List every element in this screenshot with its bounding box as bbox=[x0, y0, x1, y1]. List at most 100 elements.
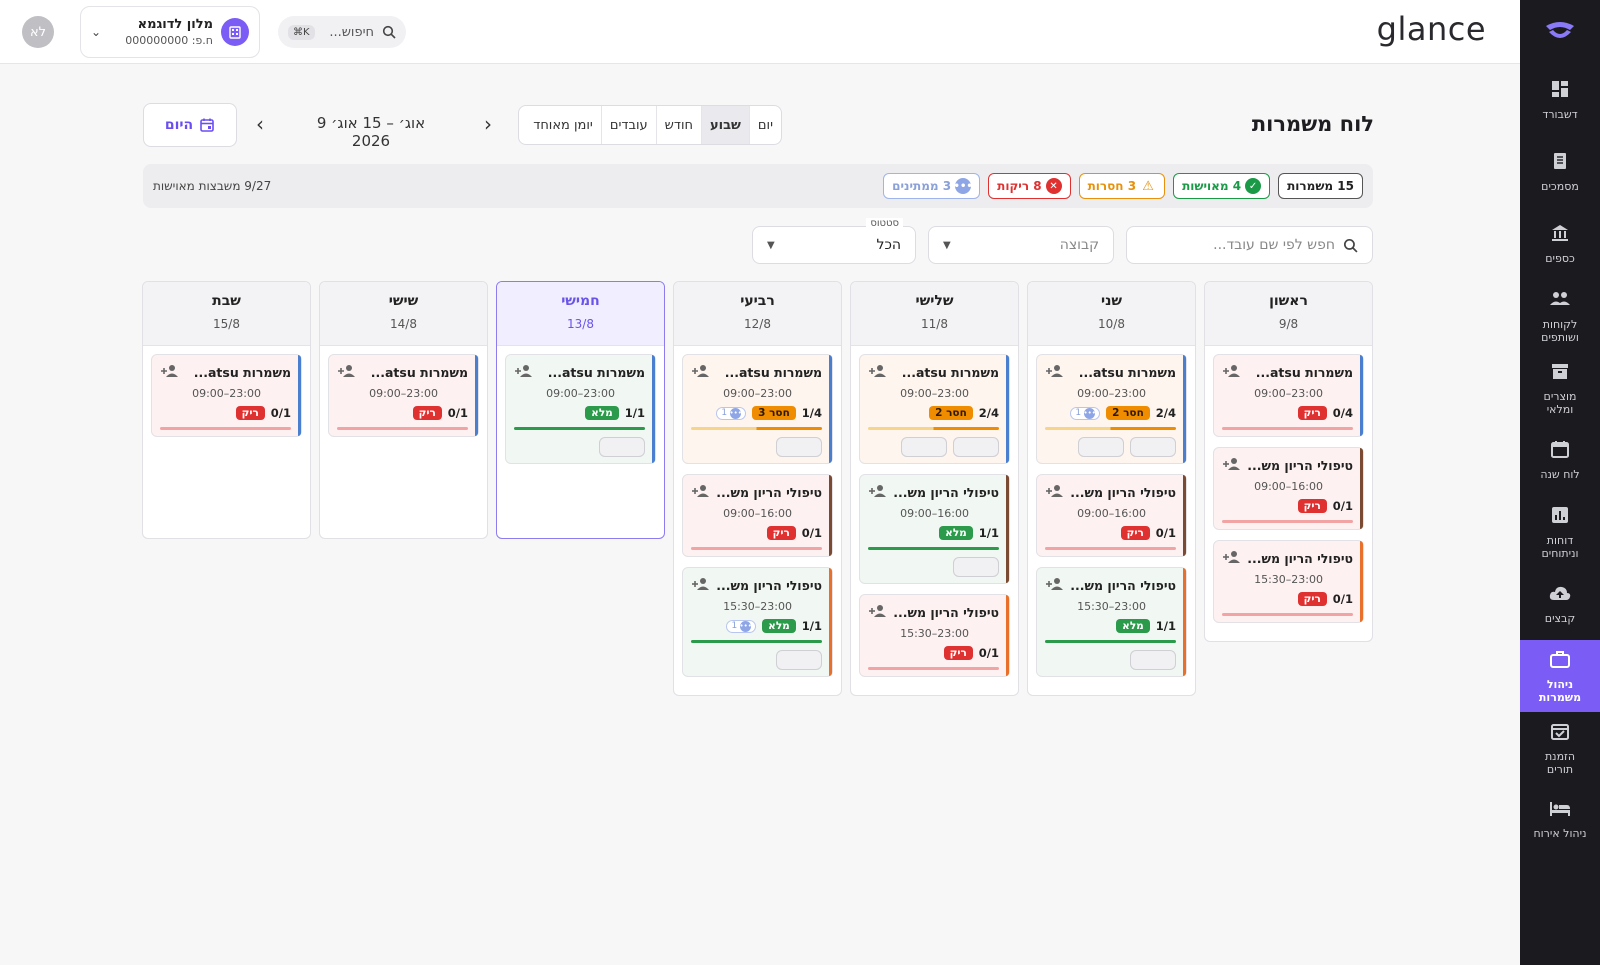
employee-search-input[interactable]: חפש לפי שם עובד... bbox=[1126, 226, 1373, 264]
employee-chip[interactable] bbox=[953, 557, 999, 577]
day-header[interactable]: שישי 14/8 bbox=[320, 282, 487, 346]
shift-card[interactable]: משמרות atsu... 23:00–09:00 0/1 ריק bbox=[328, 354, 479, 437]
pending-icon: ••• bbox=[954, 178, 973, 194]
shift-card[interactable]: משמרות atsu... 23:00–09:00 1/4 חסר 3 ••• 1 bbox=[682, 354, 833, 464]
staffing-count: 0/1 bbox=[801, 526, 822, 540]
day-body: משמרות atsu... 23:00–09:00 0/1 ריק bbox=[143, 346, 310, 455]
shift-card[interactable]: טיפולי הריון מש... 16:00–09:00 0/1 ריק bbox=[1213, 447, 1364, 530]
shift-card[interactable]: משמרות atsu... 23:00–09:00 2/4 חסר 2 bbox=[859, 354, 1010, 464]
day-header[interactable]: חמישי 13/8 bbox=[497, 282, 664, 346]
shift-card[interactable]: טיפולי הריון מש... 23:00–15:30 1/1 מלא bbox=[1036, 567, 1187, 677]
shift-title: טיפולי הריון מש... bbox=[1247, 458, 1353, 473]
shift-card[interactable]: משמרות atsu... 23:00–09:00 0/4 ריק bbox=[1213, 354, 1364, 437]
day-header[interactable]: שני 10/8 bbox=[1028, 282, 1195, 346]
sidebar-item-briefcase[interactable]: ניהול משמרות bbox=[1520, 640, 1600, 712]
sidebar-item-bank[interactable]: כספים bbox=[1520, 208, 1600, 280]
sidebar-item-calendar[interactable]: לוח שנה bbox=[1520, 424, 1600, 496]
sidebar-item-label: מסמכים bbox=[1541, 180, 1579, 193]
add-person-icon[interactable] bbox=[868, 483, 888, 502]
sidebar-item-calendar-check[interactable]: הזמנת תורים bbox=[1520, 712, 1600, 784]
shift-time: 23:00–09:00 bbox=[900, 387, 969, 400]
employee-chip[interactable] bbox=[776, 437, 822, 457]
employee-chip[interactable] bbox=[1078, 437, 1124, 457]
staffing-progress-bar bbox=[337, 427, 468, 430]
employee-chip[interactable] bbox=[599, 437, 645, 457]
shift-card[interactable]: טיפולי הריון מש... 16:00–09:00 0/1 ריק bbox=[682, 474, 833, 557]
employee-chip[interactable] bbox=[776, 650, 822, 670]
waiting-pill[interactable]: ••• 1 bbox=[1070, 406, 1101, 420]
sidebar-item-documents[interactable]: מסמכים bbox=[1520, 136, 1600, 208]
sidebar-item-people[interactable]: לקוחות ושותפים bbox=[1520, 280, 1600, 352]
shift-title: משמרות atsu... bbox=[901, 365, 999, 380]
add-person-icon[interactable] bbox=[1045, 483, 1065, 502]
employee-chip[interactable] bbox=[953, 437, 999, 457]
day-header[interactable]: שלישי 11/8 bbox=[851, 282, 1018, 346]
staffing-count: 0/1 bbox=[1332, 499, 1353, 513]
shift-card[interactable]: טיפולי הריון מש... 23:00–15:30 0/1 ריק bbox=[1213, 540, 1364, 623]
waiting-pill[interactable]: ••• 1 bbox=[716, 406, 747, 420]
add-person-icon[interactable] bbox=[691, 576, 711, 595]
shift-type-accent bbox=[1006, 595, 1009, 676]
sidebar-item-bed[interactable]: ניהול אירוח bbox=[1520, 784, 1600, 856]
shift-card[interactable]: טיפולי הריון מש... 23:00–15:30 1/1 מלא ••• 1 bbox=[682, 567, 833, 677]
shift-card[interactable]: משמרות atsu... 23:00–09:00 2/4 חסר 2 ••• 1 bbox=[1036, 354, 1187, 464]
app-logo-icon[interactable] bbox=[1520, 0, 1600, 64]
employee-chip[interactable] bbox=[1130, 437, 1176, 457]
sidebar-item-dashboard[interactable]: דשבורד bbox=[1520, 64, 1600, 136]
avatar[interactable]: לא bbox=[22, 16, 54, 48]
stat-staffed[interactable]: ✓ 4 מאוישות bbox=[1173, 173, 1271, 199]
view-tab-2[interactable]: חודש bbox=[655, 106, 701, 144]
view-tab-4[interactable]: יומן מאוחד bbox=[525, 106, 601, 144]
stat-total-shifts[interactable]: 15 משמרות bbox=[1278, 173, 1363, 199]
add-person-icon[interactable] bbox=[1222, 456, 1242, 475]
sidebar-item-archive[interactable]: מוצרים ומלאי bbox=[1520, 352, 1600, 424]
add-person-icon[interactable] bbox=[160, 363, 180, 382]
add-person-icon[interactable] bbox=[337, 363, 357, 382]
view-tab-3[interactable]: עובדים bbox=[600, 106, 656, 144]
group-select[interactable]: קבוצה ▼ bbox=[928, 226, 1114, 264]
shift-time: 23:00–09:00 bbox=[1254, 387, 1323, 400]
day-body: משמרות atsu... 23:00–09:00 1/1 מלא bbox=[497, 346, 664, 482]
add-person-icon[interactable] bbox=[691, 363, 711, 382]
stat-waiting[interactable]: ••• 3 ממתינים bbox=[883, 173, 981, 199]
add-person-icon[interactable] bbox=[691, 483, 711, 502]
global-search[interactable]: חיפוש... K⌘ bbox=[278, 16, 406, 48]
add-person-icon[interactable] bbox=[868, 363, 888, 382]
employee-chip[interactable] bbox=[901, 437, 947, 457]
day-header[interactable]: רביעי 12/8 bbox=[674, 282, 841, 346]
day-header[interactable]: שבת 15/8 bbox=[143, 282, 310, 346]
sidebar-item-label: לוח שנה bbox=[1540, 468, 1580, 481]
business-selector[interactable]: מלון לדוגמא ח.פ: 000000000 ⌄ bbox=[80, 6, 260, 58]
shift-card[interactable]: משמרות atsu... 23:00–09:00 1/1 מלא bbox=[505, 354, 656, 464]
business-name: מלון לדוגמא bbox=[137, 17, 213, 32]
stat-empty[interactable]: ✕ 8 ריקות bbox=[988, 173, 1071, 199]
shift-card[interactable]: טיפולי הריון מש... 16:00–09:00 0/1 ריק bbox=[1036, 474, 1187, 557]
status-select[interactable]: סטטוס הכל ▼ bbox=[752, 218, 916, 264]
sidebar-item-bar-chart[interactable]: דוחות וניתוחים bbox=[1520, 496, 1600, 568]
status-badge: מלא bbox=[939, 526, 973, 540]
staffing-count: 0/1 bbox=[447, 406, 468, 420]
pending-icon: ••• bbox=[1083, 407, 1096, 419]
shift-card[interactable]: טיפולי הריון מש... 16:00–09:00 1/1 מלא bbox=[859, 474, 1010, 584]
waiting-pill[interactable]: ••• 1 bbox=[726, 619, 757, 633]
chevron-left-icon[interactable]: ‹ bbox=[248, 112, 272, 136]
employee-chip[interactable] bbox=[1130, 650, 1176, 670]
add-person-icon[interactable] bbox=[1045, 363, 1065, 382]
day-header[interactable]: ראשון 9/8 bbox=[1205, 282, 1372, 346]
view-tab-1[interactable]: שבוע bbox=[701, 106, 749, 144]
add-person-icon[interactable] bbox=[1222, 549, 1242, 568]
shift-card[interactable]: טיפולי הריון מש... 23:00–15:30 0/1 ריק bbox=[859, 594, 1010, 677]
add-person-icon[interactable] bbox=[1222, 363, 1242, 382]
assigned-employees bbox=[868, 437, 999, 457]
assigned-employees bbox=[1045, 437, 1176, 457]
shift-type-accent bbox=[1360, 448, 1363, 529]
today-button[interactable]: היום bbox=[143, 103, 237, 147]
shift-card[interactable]: משמרות atsu... 23:00–09:00 0/1 ריק bbox=[151, 354, 302, 437]
view-tab-0[interactable]: יום bbox=[748, 106, 781, 144]
add-person-icon[interactable] bbox=[514, 363, 534, 382]
chevron-right-icon[interactable]: › bbox=[476, 112, 500, 136]
add-person-icon[interactable] bbox=[868, 603, 888, 622]
sidebar-item-cloud-upload[interactable]: קבצים bbox=[1520, 568, 1600, 640]
add-person-icon[interactable] bbox=[1045, 576, 1065, 595]
stat-short[interactable]: ⚠ 3 חסרות bbox=[1078, 173, 1166, 199]
